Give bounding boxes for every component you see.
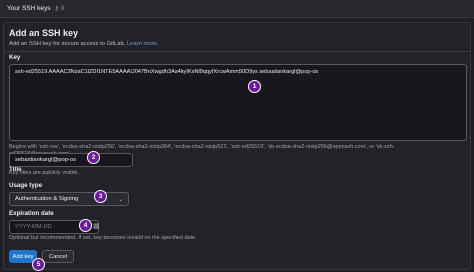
learn-more-link[interactable]: Learn more. <box>127 41 158 47</box>
usage-type-label: Usage type <box>9 182 43 189</box>
usage-type-select[interactable]: Authentication & Signing ⌄ <box>9 192 129 206</box>
header-title: Your SSH keys <box>7 5 51 12</box>
add-ssh-key-card: Add an SSH key Add an SSH key for secure… <box>3 22 471 270</box>
step-marker-2: 2 <box>87 151 100 164</box>
key-textarea[interactable]: ssh-ed25519 AAAAC3NzaC1lZDI1NTE5AAAAIJ04… <box>9 64 467 141</box>
step-marker-4: 4 <box>79 219 92 232</box>
step-marker-5: 5 <box>32 258 45 271</box>
card-title: Add an SSH key <box>9 28 79 38</box>
expiration-label: Expiration date <box>9 210 54 217</box>
title-help-text: Key titles are publicly visible. <box>9 170 80 176</box>
divider <box>4 51 470 52</box>
card-description: Add an SSH key for secure access to GitL… <box>9 41 158 47</box>
chevron-down-icon: ⌄ <box>117 196 123 203</box>
calendar-icon[interactable]: ▦ <box>93 222 100 230</box>
key-label: Key <box>9 54 21 61</box>
step-marker-1: 1 <box>248 80 261 93</box>
title-input[interactable]: sebastiankargl@pop-os <box>9 153 133 167</box>
ssh-keys-header: Your SSH keys ⚷ 0 <box>0 0 474 18</box>
usage-type-value: Authentication & Signing <box>15 196 79 202</box>
step-marker-3: 3 <box>94 190 107 203</box>
key-icon: ⚷ <box>54 6 59 12</box>
expiration-help-text: Optional but recommended. If set, key be… <box>9 235 197 241</box>
keys-count: 0 <box>60 5 65 12</box>
cancel-button[interactable]: Cancel <box>42 250 74 263</box>
description-text: Add an SSH key for secure access to GitL… <box>9 41 126 47</box>
